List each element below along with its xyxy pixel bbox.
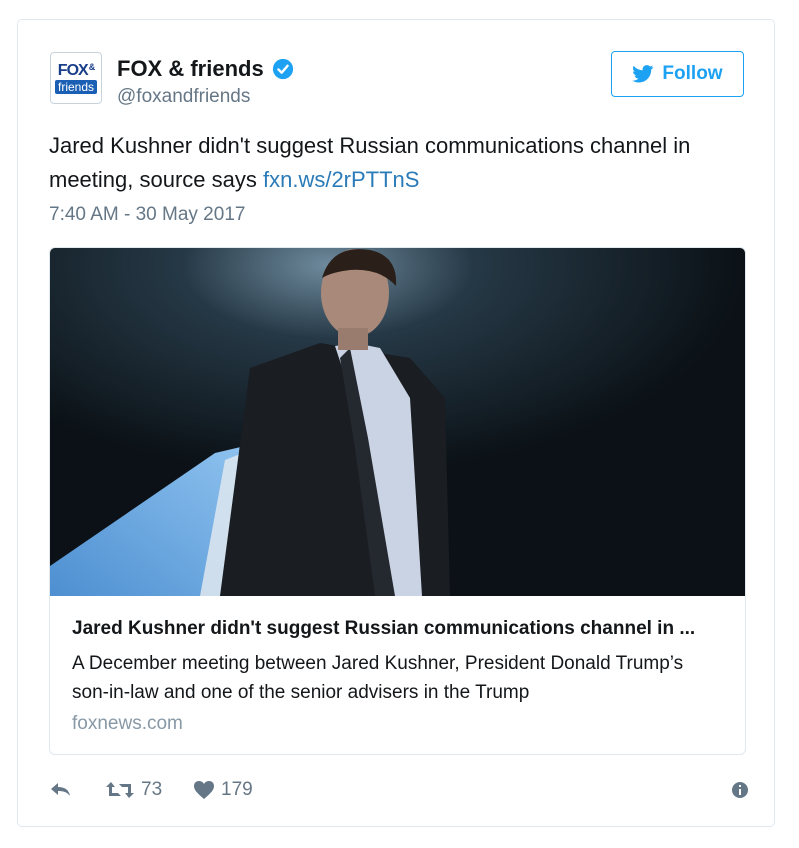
heart-icon: [194, 781, 214, 799]
tweet-embed: FOX& friends FOX & friends @foxandfriend…: [17, 19, 775, 827]
author-handle[interactable]: @foxandfriends: [117, 86, 250, 108]
tweet-link[interactable]: fxn.ws/2rPTTnS: [263, 167, 419, 192]
avatar-logo-friends: friends: [54, 79, 98, 94]
tweet-timestamp[interactable]: 7:40 AM - 30 May 2017: [49, 204, 245, 226]
card-domain: foxnews.com: [72, 713, 183, 734]
card-title[interactable]: Jared Kushner didn't suggest Russian com…: [72, 618, 727, 640]
author-name-row[interactable]: FOX & friends: [117, 56, 294, 82]
tweet-text: Jared Kushner didn't suggest Russian com…: [49, 129, 749, 197]
info-icon[interactable]: [731, 781, 749, 799]
retweet-icon: [106, 782, 134, 798]
avatar-logo-fox: FOX&: [57, 61, 95, 79]
follow-label: Follow: [662, 63, 723, 84]
reply-button[interactable]: [49, 779, 73, 799]
retweet-button[interactable]: 73: [105, 779, 162, 801]
avatar-logo-text: FOX: [57, 61, 89, 79]
like-count: 179: [221, 779, 253, 800]
like-button[interactable]: 179: [193, 779, 253, 801]
avatar-logo-amp: &: [88, 61, 95, 72]
verified-badge-icon: [272, 58, 293, 80]
author-name[interactable]: FOX & friends: [117, 56, 264, 82]
tweet-actions: 73 179: [49, 779, 749, 809]
card-description: A December meeting between Jared Kushner…: [72, 653, 684, 703]
reply-icon: [51, 783, 70, 796]
twitter-bird-icon: [632, 65, 654, 83]
avatar[interactable]: FOX& friends: [50, 52, 102, 104]
card-photo[interactable]: [50, 248, 745, 596]
link-card[interactable]: Jared Kushner didn't suggest Russian com…: [49, 247, 746, 755]
retweet-count: 73: [141, 779, 163, 800]
follow-button[interactable]: Follow: [611, 51, 744, 97]
